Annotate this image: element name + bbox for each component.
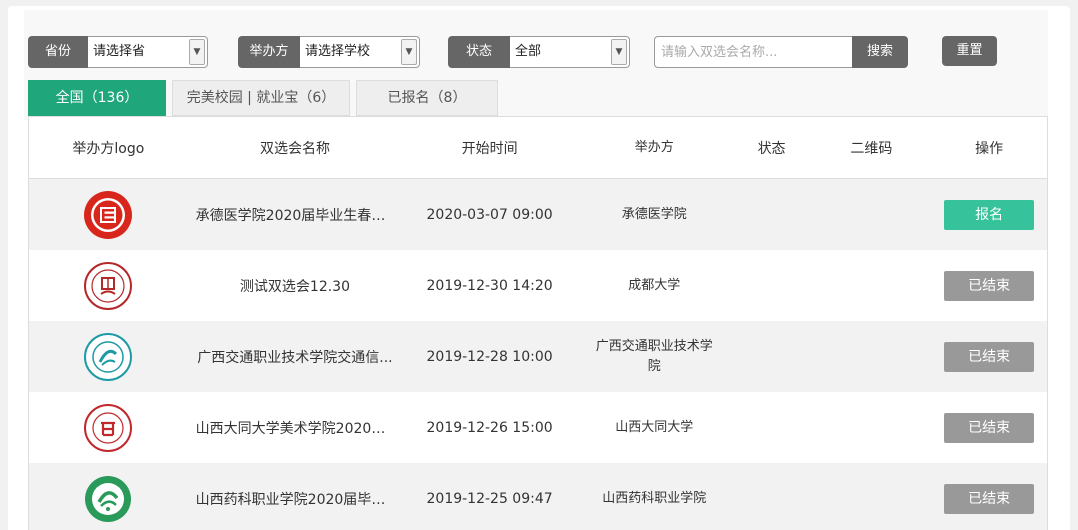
tab-registered[interactable]: 已报名（8） [356, 80, 498, 116]
table-row: 承德医学院2020届毕业生春季... 2020-03-07 09:00 承德医学… [29, 179, 1047, 250]
chengde-medical-logo [83, 190, 133, 240]
logo-cell [29, 261, 188, 311]
fair-name: 承德医学院2020届毕业生春季... [195, 207, 399, 224]
chevron-down-icon: ▼ [611, 39, 627, 65]
table-row: 山西大同大学美术学院2020届... 2019-12-26 15:00 山西大同… [29, 392, 1047, 463]
action-cell: 已结束 [931, 483, 1047, 514]
ended-button[interactable]: 已结束 [944, 483, 1035, 514]
organizer-select[interactable]: 请选择学校 ▼ [300, 36, 420, 68]
fair-organizer: 承德医学院 [621, 206, 687, 222]
apply-button[interactable]: 报名 [944, 199, 1035, 230]
table-header: 举办方logo 双选会名称 开始时间 举办方 状态 二维码 操作 [29, 117, 1047, 179]
fair-organizer: 山西大同大学 [615, 419, 694, 435]
action-cell: 已结束 [931, 341, 1047, 372]
chengdu-university-logo [83, 261, 133, 311]
header-action: 操作 [975, 140, 1004, 157]
search-button[interactable]: 搜索 [852, 36, 908, 68]
fair-time: 2019-12-25 09:47 [426, 490, 553, 507]
ended-button[interactable]: 已结束 [944, 412, 1035, 443]
organizer-select-value: 请选择学校 [305, 44, 371, 59]
chevron-down-icon: ▼ [189, 39, 205, 65]
province-label: 省份 [28, 36, 88, 68]
shanxi-datong-logo [83, 403, 133, 453]
status-filter: 状态 全部 ▼ [448, 36, 630, 68]
logo-cell [29, 332, 188, 382]
status-select[interactable]: 全部 ▼ [510, 36, 630, 68]
shanxi-pharma-logo [83, 474, 133, 524]
fair-name: 山西大同大学美术学院2020届... [195, 420, 399, 437]
logo-cell [29, 190, 188, 240]
reset-button[interactable]: 重置 [942, 36, 997, 66]
province-filter: 省份 请选择省 ▼ [28, 36, 208, 68]
fair-time: 2019-12-26 15:00 [426, 419, 553, 436]
status-select-value: 全部 [515, 44, 542, 59]
fair-name: 山西药科职业学院2020届毕业... [195, 491, 399, 508]
search-box: 搜索 [654, 36, 908, 68]
fair-time: 2019-12-28 10:00 [426, 348, 553, 365]
ended-button[interactable]: 已结束 [944, 270, 1035, 301]
chevron-down-icon: ▼ [401, 39, 417, 65]
header-status: 状态 [757, 140, 786, 157]
fair-organizer: 成都大学 [628, 277, 681, 293]
province-select-value: 请选择省 [93, 44, 146, 59]
fair-table: 举办方logo 双选会名称 开始时间 举办方 状态 二维码 操作 承德医学院20… [28, 116, 1048, 530]
fair-time: 2019-12-30 14:20 [426, 277, 553, 294]
fair-organizer: 广西交通职业技术学院 [595, 338, 713, 374]
fair-organizer: 山西药科职业学院 [602, 490, 707, 506]
logo-cell [29, 474, 188, 524]
action-cell: 已结束 [931, 412, 1047, 443]
fair-time: 2020-03-07 09:00 [426, 206, 553, 223]
tab-perfect-campus[interactable]: 完美校园 | 就业宝（6） [172, 80, 350, 116]
header-logo: 举办方logo [72, 140, 145, 157]
tab-bar: 全国（136） 完美校园 | 就业宝（6） 已报名（8） [28, 80, 504, 122]
header-qrcode: 二维码 [850, 140, 893, 157]
table-row: 广西交通职业技术学院交通信... 2019-12-28 10:00 广西交通职业… [29, 321, 1047, 392]
search-input[interactable] [654, 36, 852, 68]
organizer-filter: 举办方 请选择学校 ▼ [238, 36, 420, 68]
fair-name: 广西交通职业技术学院交通信... [197, 349, 393, 366]
table-row: 测试双选会12.30 2019-12-30 14:20 成都大学 已结束 [29, 250, 1047, 321]
action-cell: 报名 [931, 199, 1047, 230]
main-panel: 省份 请选择省 ▼ 举办方 请选择学校 ▼ 状态 全部 ▼ 搜索 重置 [8, 6, 1070, 530]
ended-button[interactable]: 已结束 [944, 341, 1035, 372]
guangxi-transport-logo [83, 332, 133, 382]
fair-name: 测试双选会12.30 [239, 278, 351, 295]
header-time: 开始时间 [461, 140, 518, 157]
table-row: 山西药科职业学院2020届毕业... 2019-12-25 09:47 山西药科… [29, 463, 1047, 530]
province-select[interactable]: 请选择省 ▼ [88, 36, 208, 68]
status-label: 状态 [448, 36, 510, 68]
header-organizer: 举办方 [634, 139, 674, 155]
header-name: 双选会名称 [259, 140, 330, 157]
tab-national[interactable]: 全国（136） [28, 80, 166, 122]
logo-cell [29, 403, 188, 453]
organizer-label: 举办方 [238, 36, 300, 68]
action-cell: 已结束 [931, 270, 1047, 301]
